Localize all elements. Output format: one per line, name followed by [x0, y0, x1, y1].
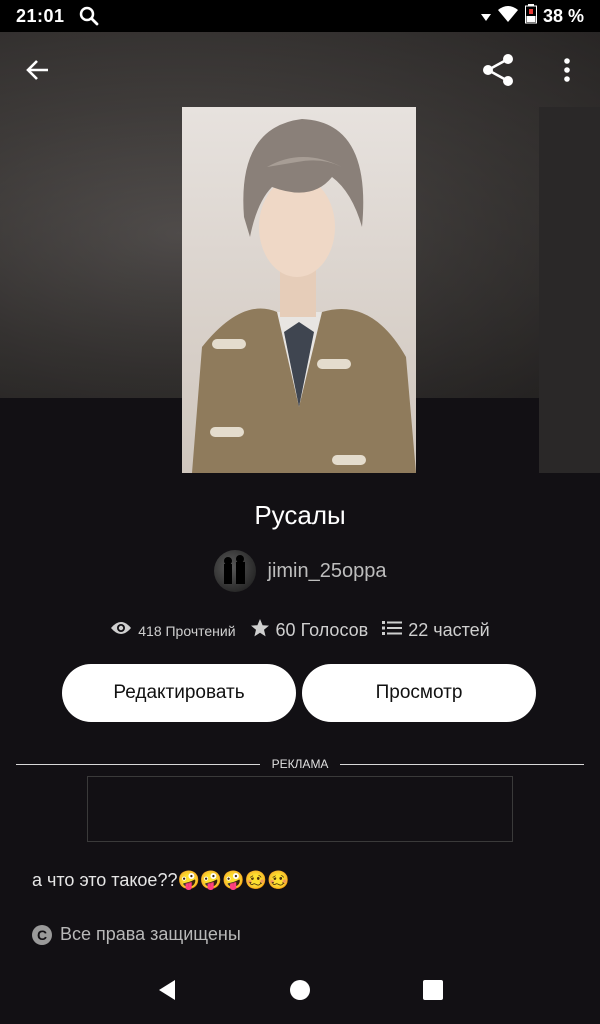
- eye-icon: [110, 620, 132, 641]
- share-button[interactable]: [474, 48, 522, 96]
- story-cover[interactable]: [182, 107, 416, 473]
- author-name[interactable]: jimin_25oppa: [268, 560, 387, 583]
- arrow-left-icon: [25, 57, 51, 88]
- divider-line: [16, 763, 260, 765]
- view-button[interactable]: Просмотр: [302, 664, 536, 722]
- copyright-text: Все права защищены: [60, 924, 241, 944]
- nav-recents-button[interactable]: [409, 968, 457, 1016]
- back-button[interactable]: [14, 48, 62, 96]
- square-recents-icon: [423, 979, 444, 1005]
- edit-button[interactable]: Редактировать: [62, 664, 296, 722]
- signal-icon: [480, 6, 491, 27]
- next-story-cover[interactable]: [539, 107, 600, 473]
- parts-stat: 22 частей: [382, 620, 490, 641]
- cover-illustration: [192, 119, 416, 473]
- copyright-row: C Все права защищены: [32, 924, 241, 945]
- divider-line: [340, 763, 585, 765]
- votes-stat: 60 Голосов: [250, 618, 369, 643]
- votes-count: 60 Голосов: [275, 620, 369, 640]
- search-icon: [79, 6, 99, 26]
- battery-icon: [524, 3, 537, 29]
- circle-home-icon: [289, 979, 311, 1006]
- story-description: а что это такое??🤪🤪🤪🥴🥴: [32, 870, 290, 890]
- reads-count: 418 Прочтений: [138, 622, 236, 639]
- share-icon: [480, 52, 516, 93]
- ad-slot[interactable]: [87, 776, 513, 842]
- parts-count: 22 частей: [408, 620, 490, 640]
- more-vert-icon: [563, 57, 571, 88]
- ad-divider: РЕКЛАМА: [16, 754, 585, 774]
- story-stats: 418 Прочтений 60 Голосов 22 частей: [0, 618, 600, 643]
- triangle-back-icon: [157, 979, 177, 1006]
- battery-percent: 38 %: [542, 5, 584, 26]
- more-options-button[interactable]: [543, 48, 591, 96]
- status-bar: 21:01 38 %: [0, 0, 600, 32]
- nav-home-button[interactable]: [276, 968, 324, 1016]
- star-icon: [250, 618, 270, 643]
- wifi-icon: [497, 5, 519, 28]
- status-right: 38 %: [480, 3, 584, 29]
- author-avatar[interactable]: [213, 550, 256, 592]
- story-title: Русалы: [254, 500, 346, 530]
- reads-stat: 418 Прочтений: [110, 620, 236, 641]
- system-nav-bar: [0, 960, 600, 1024]
- list-icon: [382, 620, 403, 641]
- author-row[interactable]: jimin_25oppa: [0, 550, 600, 592]
- ad-label: РЕКЛАМА: [271, 757, 329, 771]
- nav-back-button[interactable]: [143, 968, 191, 1016]
- status-time: 21:01: [16, 5, 65, 26]
- action-buttons: Редактировать Просмотр: [62, 664, 536, 722]
- copyright-icon: C: [32, 924, 52, 945]
